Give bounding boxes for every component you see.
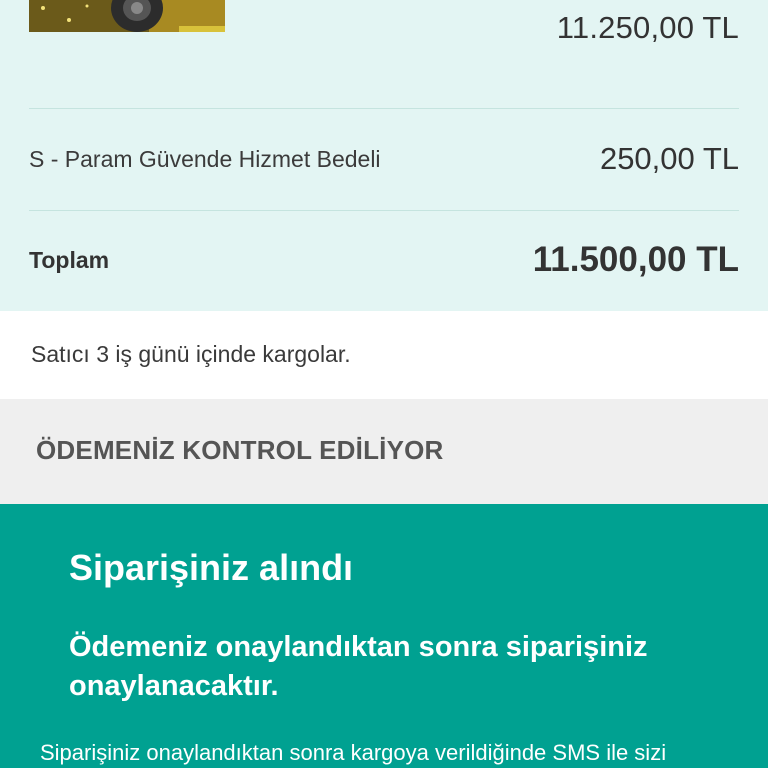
payment-status-text: ÖDEMENİZ KONTROL EDİLİYOR xyxy=(36,435,444,465)
product-image[interactable] xyxy=(29,0,225,32)
service-fee-row: S - Param Güvende Hizmet Bedeli 250,00 T… xyxy=(29,138,739,180)
confirmation-subtitle: Ödemeniz onaylandıktan sonra siparişiniz… xyxy=(69,631,648,702)
shipping-info: Satıcı 3 iş günü içinde kargolar. xyxy=(0,311,768,399)
order-confirmation-panel: Siparişiniz alındı Ödemeniz onaylandıkta… xyxy=(0,504,768,768)
confirmation-body: Siparişiniz onaylandıktan sonra kargoya … xyxy=(40,740,667,765)
shipping-text: Satıcı 3 iş günü içinde kargolar. xyxy=(31,341,351,367)
payment-status-bar: ÖDEMENİZ KONTROL EDİLİYOR xyxy=(0,399,768,504)
confirmation-title: Siparişiniz alındı xyxy=(69,547,354,588)
service-fee-value: 250,00 TL xyxy=(599,141,739,176)
total-row: Toplam 11.500,00 TL xyxy=(29,238,739,282)
total-value: 11.500,00 TL xyxy=(532,240,739,279)
service-fee-label: S - Param Güvende Hizmet Bedeli xyxy=(29,145,381,172)
divider xyxy=(29,108,739,109)
order-summary: 11.250,00 TL S - Param Güvende Hizmet Be… xyxy=(0,0,768,311)
product-price: 11.250,00 TL xyxy=(556,10,739,45)
total-label: Toplam xyxy=(29,246,110,273)
divider xyxy=(29,210,739,211)
